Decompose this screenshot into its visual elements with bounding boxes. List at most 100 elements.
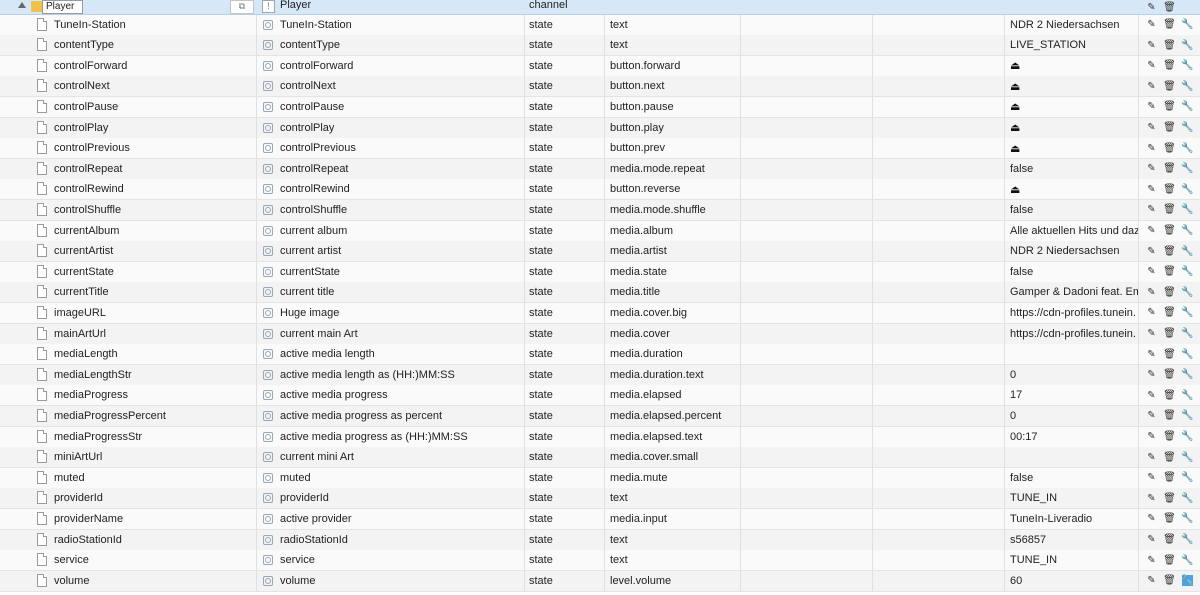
pencil-icon[interactable]: ✎ — [1146, 472, 1157, 483]
table-row[interactable]: currentState currentState state media.state… — [0, 261, 1200, 283]
wrench-icon[interactable]: 🔧 — [1181, 143, 1193, 154]
wrench-icon[interactable]: 🔧 — [1181, 575, 1194, 587]
table-row[interactable]: controlPause controlPause state button.paus… — [0, 96, 1200, 118]
table-row[interactable]: mediaLength active media length state media… — [0, 344, 1200, 366]
pencil-icon[interactable]: ✎ — [1146, 40, 1157, 51]
pencil-icon[interactable]: ✎ — [1146, 493, 1157, 504]
trash-icon[interactable]: 🗑 — [1163, 204, 1176, 215]
pencil-icon[interactable]: ✎ — [1146, 575, 1157, 586]
trash-icon[interactable]: 🗑 — [1163, 534, 1176, 545]
trash-icon[interactable]: 🗑 — [1163, 163, 1176, 174]
trash-icon[interactable]: 🗑 — [1163, 81, 1176, 92]
table-row[interactable]: imageURL Huge image state media.cover.big ht… — [0, 302, 1200, 324]
table-row[interactable]: mediaProgressPercent active media progres… — [0, 405, 1200, 427]
pencil-icon[interactable]: ✎ — [1146, 81, 1157, 92]
table-row[interactable]: mediaProgress active media progress state m… — [0, 385, 1200, 407]
pencil-icon[interactable]: ✎ — [1146, 307, 1157, 318]
row-value[interactable]: NDR 2 Niedersachsen — [1010, 15, 1138, 35]
eject-button[interactable]: ⏏ — [1010, 97, 1138, 117]
trash-icon[interactable]: 🗑 — [1163, 2, 1176, 13]
row-value[interactable]: NDR 2 Niedersachsen — [1010, 241, 1138, 261]
trash-icon[interactable]: 🗑 — [1163, 60, 1176, 71]
wrench-icon[interactable]: 🔧 — [1181, 204, 1193, 215]
expand-triangle-icon[interactable] — [18, 2, 26, 8]
pencil-icon[interactable]: ✎ — [1146, 431, 1157, 442]
wrench-icon[interactable]: 🔧 — [1181, 60, 1193, 71]
pencil-icon[interactable]: ✎ — [1146, 101, 1157, 112]
wrench-icon[interactable]: 🔧 — [1181, 225, 1193, 236]
table-row[interactable]: TuneIn-Station TuneIn-Station state text NDR… — [0, 14, 1200, 36]
table-row[interactable]: controlRepeat controlRepeat state media.mod… — [0, 158, 1200, 180]
pencil-icon[interactable]: ✎ — [1146, 143, 1157, 154]
row-value[interactable]: false — [1010, 200, 1138, 220]
row-value[interactable]: 0 — [1010, 406, 1138, 426]
pencil-icon[interactable]: ✎ — [1146, 349, 1157, 360]
table-row[interactable]: muted muted state media.mute false ✎ 🗑 🔧 — [0, 467, 1200, 489]
wrench-icon[interactable]: 🔧 — [1181, 163, 1193, 174]
trash-icon[interactable]: 🗑 — [1163, 555, 1176, 566]
wrench-icon[interactable]: 🔧 — [1181, 390, 1193, 401]
trash-icon[interactable]: 🗑 — [1163, 287, 1176, 298]
pencil-icon[interactable]: ✎ — [1146, 225, 1157, 236]
trash-icon[interactable]: 🗑 — [1163, 410, 1176, 421]
row-value[interactable] — [1010, 344, 1138, 364]
trash-icon[interactable]: 🗑 — [1163, 266, 1176, 277]
trash-icon[interactable]: 🗑 — [1163, 101, 1176, 112]
row-value[interactable]: 0 — [1010, 365, 1138, 385]
pencil-icon[interactable]: ✎ — [1146, 266, 1157, 277]
wrench-icon[interactable]: 🔧 — [1181, 472, 1193, 483]
table-row[interactable]: providerId providerId state text TUNE_IN ✎ 🗑 🔧 — [0, 488, 1200, 510]
eject-button[interactable]: ⏏ — [1010, 56, 1138, 76]
wrench-icon[interactable]: 🔧 — [1181, 307, 1193, 318]
row-value[interactable]: false — [1010, 159, 1138, 179]
row-value[interactable]: false — [1010, 262, 1138, 282]
pencil-icon[interactable]: ✎ — [1146, 246, 1157, 257]
object-name-field[interactable]: Player — [42, 0, 83, 14]
wrench-icon[interactable]: 🔧 — [1181, 287, 1193, 298]
table-row[interactable]: controlNext controlNext state button.next ⏏ ✎… — [0, 76, 1200, 98]
table-row[interactable]: volume volume state level.volume 60 ✎ 🗑 🔧 — [0, 570, 1200, 592]
wrench-icon[interactable]: 🔧 — [1181, 101, 1193, 112]
table-row[interactable]: providerName active provider state media.in… — [0, 508, 1200, 530]
table-row[interactable]: currentAlbum current album state media.albu… — [0, 220, 1200, 242]
trash-icon[interactable]: 🗑 — [1163, 431, 1176, 442]
row-value[interactable]: false — [1010, 468, 1138, 488]
row-value[interactable]: TUNE_IN — [1010, 550, 1138, 570]
pencil-icon[interactable]: ✎ — [1146, 513, 1157, 524]
table-row[interactable]: controlPlay controlPlay state button.play ⏏ ✎… — [0, 117, 1200, 139]
wrench-icon[interactable]: 🔧 — [1181, 369, 1193, 380]
row-value[interactable]: Alle aktuellen Hits und daz — [1010, 221, 1138, 241]
table-row[interactable]: currentArtist current artist state media.ar… — [0, 241, 1200, 263]
wrench-icon[interactable]: 🔧 — [1181, 431, 1193, 442]
pencil-icon[interactable]: ✎ — [1146, 163, 1157, 174]
table-row[interactable]: service service state text TUNE_IN ✎ 🗑 🔧 — [0, 550, 1200, 572]
wrench-icon[interactable]: 🔧 — [1181, 81, 1193, 92]
table-row[interactable]: mediaLengthStr active media length as (HH… — [0, 364, 1200, 386]
pencil-icon[interactable]: ✎ — [1146, 19, 1157, 30]
row-value[interactable]: s56857 — [1010, 530, 1138, 550]
trash-icon[interactable]: 🗑 — [1163, 307, 1176, 318]
trash-icon[interactable]: 🗑 — [1163, 575, 1176, 586]
trash-icon[interactable]: 🗑 — [1163, 143, 1176, 154]
row-value[interactable]: 60 — [1010, 571, 1138, 591]
row-value[interactable]: LIVE_STATION — [1010, 35, 1138, 55]
pencil-icon[interactable]: ✎ — [1146, 555, 1157, 566]
trash-icon[interactable]: 🗑 — [1163, 452, 1176, 463]
pencil-icon[interactable]: ✎ — [1146, 369, 1157, 380]
table-header-row[interactable]: Player ⧉ ! Player channel ✎ 🗑 — [0, 0, 1200, 15]
trash-icon[interactable]: 🗑 — [1163, 328, 1176, 339]
pencil-icon[interactable]: ✎ — [1146, 534, 1157, 545]
wrench-icon[interactable]: 🔧 — [1181, 184, 1193, 195]
row-value[interactable]: TuneIn-Liveradio — [1010, 509, 1138, 529]
wrench-icon[interactable]: 🔧 — [1181, 328, 1193, 339]
wrench-icon[interactable]: 🔧 — [1181, 493, 1193, 504]
row-value[interactable]: https://cdn-profiles.tunein. — [1010, 303, 1138, 323]
table-row[interactable]: currentTitle current title state media.titl… — [0, 282, 1200, 304]
eject-button[interactable]: ⏏ — [1010, 118, 1138, 138]
trash-icon[interactable]: 🗑 — [1163, 493, 1176, 504]
wrench-icon[interactable]: 🔧 — [1181, 122, 1193, 133]
wrench-icon[interactable]: 🔧 — [1181, 513, 1193, 524]
row-value[interactable]: 17 — [1010, 385, 1138, 405]
wrench-icon[interactable]: 🔧 — [1181, 349, 1193, 360]
table-row[interactable]: controlShuffle controlShuffle state media.m… — [0, 199, 1200, 221]
